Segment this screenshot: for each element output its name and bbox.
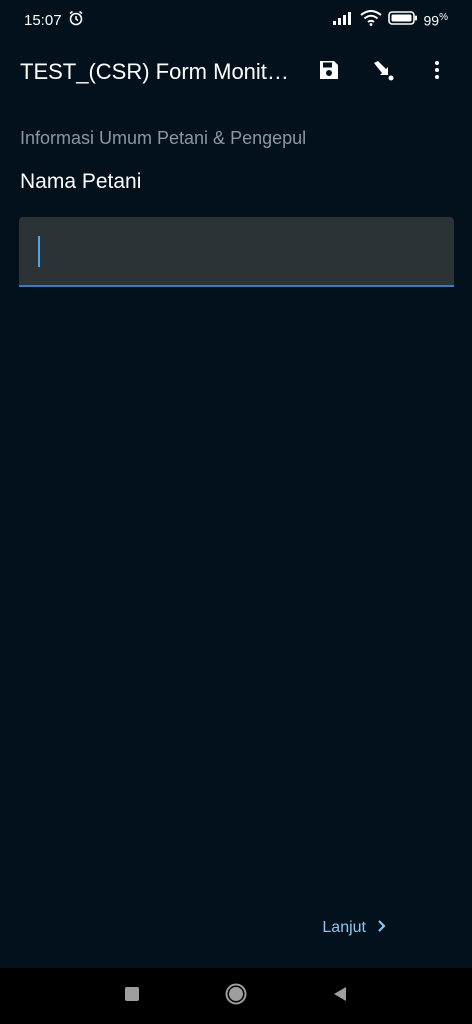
app-bar-actions	[302, 44, 464, 100]
battery-value: 99	[423, 12, 440, 29]
home-icon	[225, 983, 247, 1010]
chevron-right-icon	[376, 919, 388, 938]
system-nav-bar	[0, 968, 472, 1024]
battery-percentage: 99%	[424, 12, 448, 29]
more-options-button[interactable]	[410, 44, 464, 100]
save-icon	[317, 58, 341, 87]
nama-petani-field[interactable]	[19, 217, 454, 287]
more-vert-icon	[425, 58, 449, 87]
text-cursor	[38, 236, 40, 267]
recents-button[interactable]	[120, 984, 144, 1008]
status-left: 15:07	[24, 10, 84, 30]
save-button[interactable]	[302, 44, 356, 100]
app-bar: TEST_(CSR) Form Monitoring	[0, 44, 472, 100]
nama-petani-input[interactable]	[19, 217, 454, 285]
next-button[interactable]: Lanjut	[245, 906, 450, 950]
battery-icon	[387, 11, 418, 29]
alarm-icon	[68, 10, 84, 30]
wifi-icon	[359, 10, 382, 30]
status-right: 99%	[332, 10, 448, 30]
back-button[interactable]	[328, 984, 352, 1008]
next-button-label: Lanjut	[322, 919, 366, 936]
question-label: Nama Petani	[20, 170, 142, 193]
section-title: Informasi Umum Petani & Pengepul	[20, 128, 307, 148]
jump-to-icon	[371, 58, 395, 87]
back-icon	[333, 986, 347, 1007]
status-time: 15:07	[24, 11, 62, 29]
signal-icon	[332, 11, 354, 29]
battery-unit: %	[439, 11, 448, 23]
form-title: TEST_(CSR) Form Monitoring	[20, 59, 300, 84]
home-button[interactable]	[224, 983, 248, 1010]
recents-icon	[125, 986, 139, 1006]
status-bar: 15:07 99%	[0, 0, 472, 40]
go-to-button[interactable]	[356, 44, 410, 100]
